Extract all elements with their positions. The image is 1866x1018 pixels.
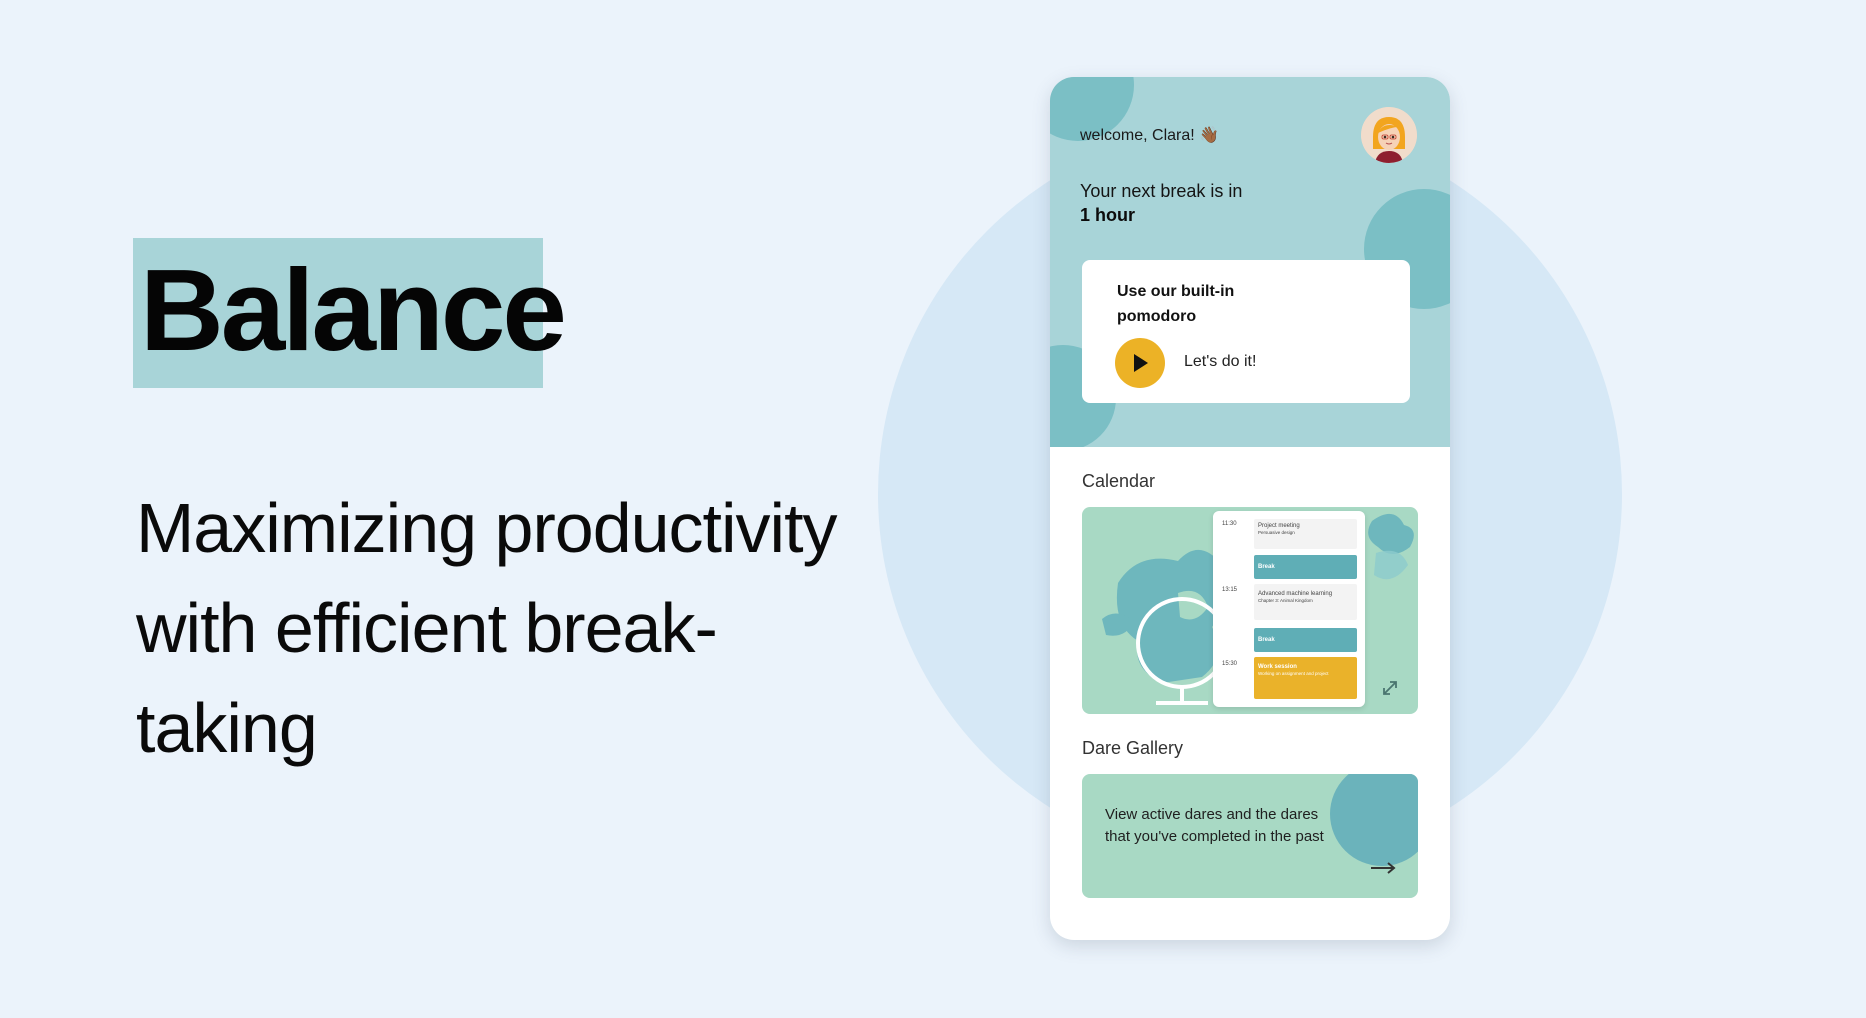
dare-gallery-card[interactable]: View active dares and the dares that you…: [1082, 774, 1418, 898]
calendar-time: 15:30: [1222, 661, 1238, 667]
event-subtitle: Persuasive design: [1258, 530, 1295, 535]
calendar-event: Advanced machine learning Chapter 3: Ani…: [1254, 584, 1357, 620]
arrow-right-icon[interactable]: [1370, 862, 1396, 874]
dare-gallery-description: View active dares and the dares that you…: [1105, 806, 1324, 845]
event-subtitle: Working on assignment and project: [1258, 671, 1329, 676]
event-title: Break: [1258, 564, 1275, 570]
app-header: welcome, Clara! 👋🏾 Your next break is in…: [1050, 77, 1450, 447]
calendar-event: Project meeting Persuasive design: [1254, 519, 1357, 549]
next-break-label: Your next break is in: [1080, 181, 1243, 201]
calendar-time: 13:15: [1222, 587, 1238, 593]
calendar-event: Break: [1254, 555, 1357, 579]
tagline: Maximizing productivity with efficient b…: [136, 489, 838, 767]
next-break-value: 1 hour: [1080, 205, 1136, 225]
calendar-event: Work session Working on assignment and p…: [1254, 657, 1357, 699]
event-title: Project meeting: [1258, 523, 1300, 529]
welcome-text: welcome, Clara! 👋🏾: [1080, 127, 1220, 144]
calendar-section-title: Calendar: [1082, 471, 1156, 491]
pomodoro-card: Use our built-in pomodoro Let's do it!: [1082, 260, 1410, 403]
decor-blob: [1330, 774, 1418, 866]
event-subtitle: Chapter 3: Animal Kingdom: [1258, 598, 1313, 603]
play-icon: [1134, 354, 1148, 372]
calendar-event: Break: [1254, 628, 1357, 652]
play-button[interactable]: [1115, 338, 1165, 388]
calendar-preview: 11:30 13:15 15:30 Project meeting Persua…: [1213, 511, 1365, 707]
event-title: Break: [1258, 637, 1275, 643]
expand-icon[interactable]: [1380, 678, 1400, 698]
pomodoro-action-label[interactable]: Let's do it!: [1184, 353, 1256, 371]
avatar[interactable]: [1361, 107, 1417, 163]
calendar-card[interactable]: 11:30 13:15 15:30 Project meeting Persua…: [1082, 507, 1418, 714]
dare-gallery-section-title: Dare Gallery: [1082, 738, 1184, 758]
event-title: Advanced machine learning: [1258, 591, 1333, 597]
calendar-time: 11:30: [1222, 521, 1237, 527]
pomodoro-title: Use our built-in pomodoro: [1117, 283, 1235, 325]
brand-title: Balance: [140, 245, 567, 375]
event-title: Work session: [1258, 664, 1297, 670]
phone-mockup: welcome, Clara! 👋🏾 Your next break is in…: [1050, 77, 1450, 940]
avatar-illustration: [1361, 107, 1417, 163]
